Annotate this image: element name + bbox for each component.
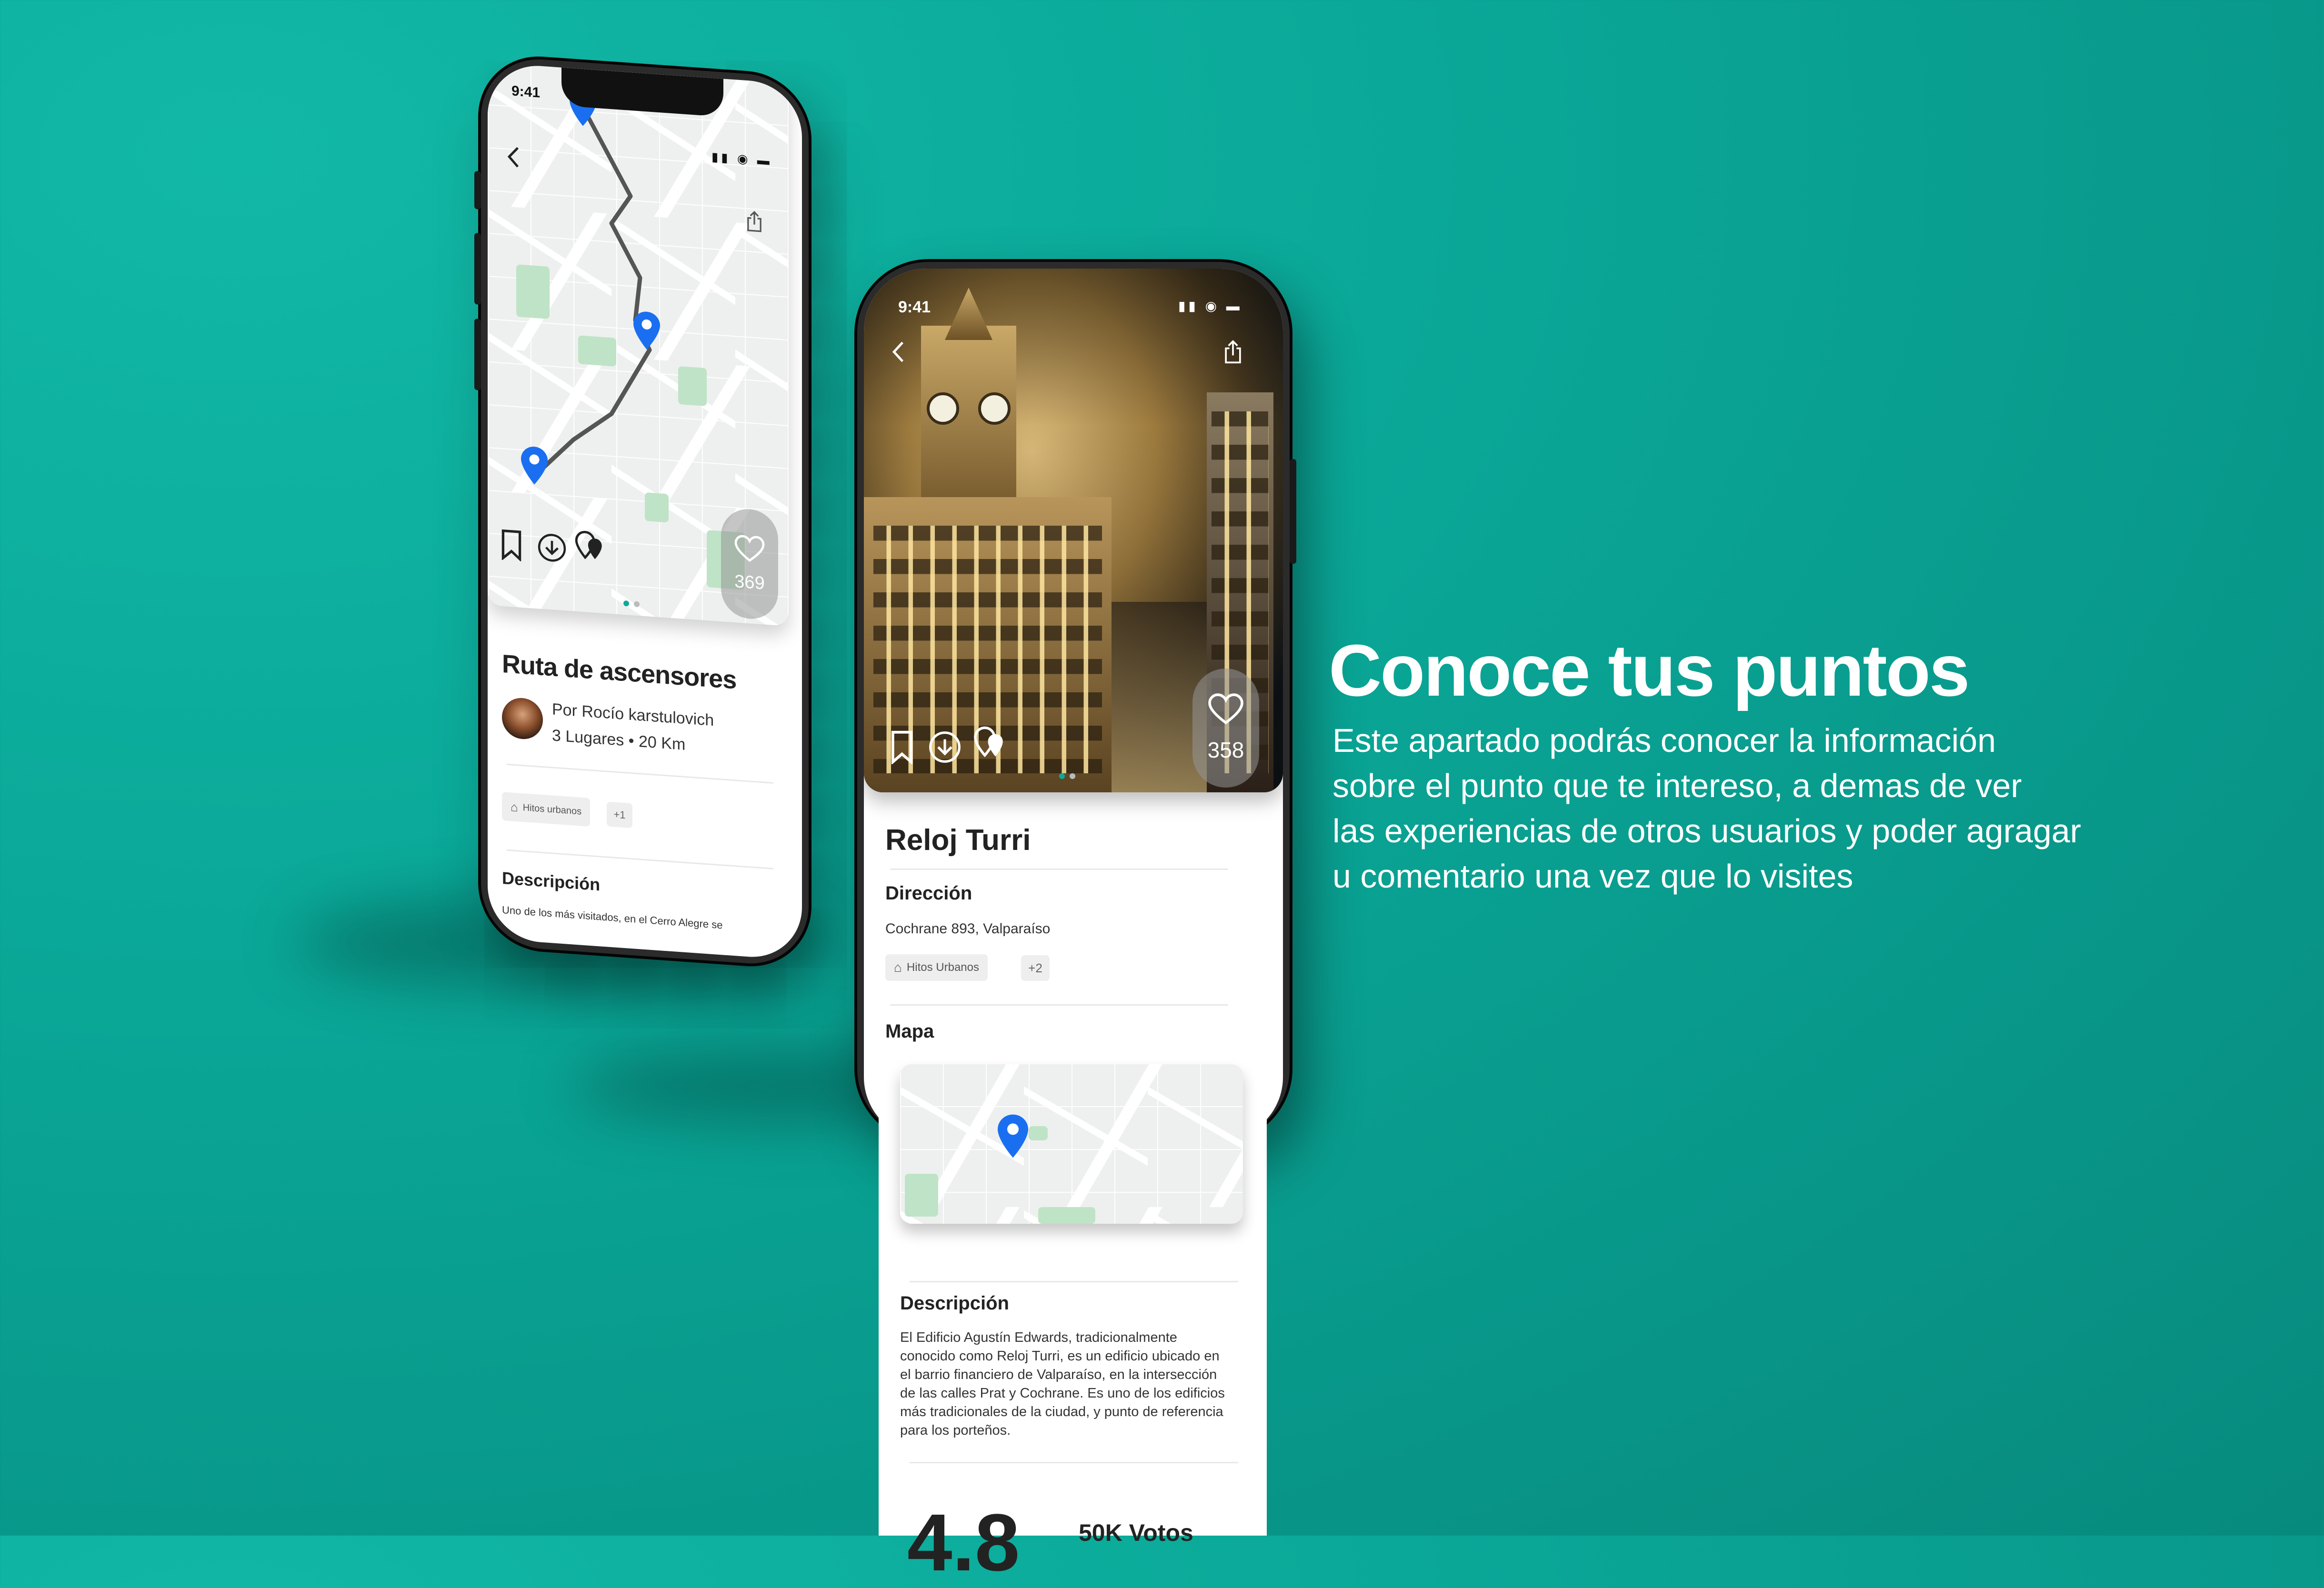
- chevron-left-icon[interactable]: [497, 139, 531, 175]
- carousel-dots[interactable]: [1059, 773, 1075, 779]
- description-line: conocido como Reloj Turri, es un edifici…: [900, 1348, 1220, 1364]
- body-line: Este apartado podrás conocer la informac…: [1332, 722, 1996, 759]
- download-icon[interactable]: [926, 728, 964, 766]
- description-preview: Uno de los más visitados, en el Cerro Al…: [502, 904, 723, 931]
- divider: [507, 849, 773, 869]
- chevron-left-icon[interactable]: [882, 335, 915, 369]
- category-tag[interactable]: ⌂ Hitos Urbanos: [885, 954, 988, 981]
- address-value[interactable]: Cochrane 893, Valparaíso: [885, 921, 1050, 937]
- status-time: 9:41: [898, 298, 931, 316]
- map-pins-icon[interactable]: [571, 528, 609, 569]
- map-pin-icon[interactable]: [998, 1114, 1028, 1158]
- divider: [910, 1281, 1238, 1282]
- category-tag-label: Hitos urbanos: [522, 802, 582, 817]
- carousel-dots[interactable]: [623, 600, 640, 608]
- tower-roof: [945, 288, 992, 340]
- carousel-dot[interactable]: [623, 600, 629, 607]
- map-pin-icon[interactable]: [521, 446, 548, 486]
- building-icon: ⌂: [511, 799, 518, 814]
- like-count: 358: [1207, 738, 1244, 762]
- bookmark-icon[interactable]: [497, 525, 526, 565]
- phone1-screen: 9:41 ▮▮ ◉ ▬ 369 Ruta de ascensores Por R…: [488, 62, 802, 961]
- description-label: Descripción: [900, 1293, 1009, 1314]
- status-icons: ▮▮ ◉ ▬: [1178, 299, 1242, 313]
- heart-icon: [1208, 693, 1243, 725]
- phone1-volume-up-button: [474, 232, 481, 305]
- description-line: para los porteños.: [900, 1423, 1011, 1438]
- body-line: las experiencias de otros usuarios y pod…: [1332, 812, 2081, 849]
- phone2-screen: 9:41 ▮▮ ◉ ▬ 358 Reloj Turri Dirección Co…: [864, 269, 1283, 1140]
- point-title: Reloj Turri: [885, 824, 1031, 857]
- carousel-dot[interactable]: [1070, 773, 1075, 779]
- share-icon[interactable]: [1216, 335, 1250, 369]
- download-icon[interactable]: [535, 530, 569, 566]
- clock-face: [927, 392, 959, 425]
- category-more[interactable]: +1: [607, 801, 632, 829]
- phone2-power-button: [1290, 459, 1296, 564]
- rating-value: 4.8: [907, 1498, 1020, 1588]
- map-label: Mapa: [885, 1021, 934, 1042]
- carousel-dot[interactable]: [1059, 773, 1065, 779]
- clock-tower: [921, 326, 1016, 526]
- category-tag-label: Hitos Urbanos: [906, 961, 979, 974]
- building-icon: ⌂: [894, 960, 902, 975]
- phone1-volume-down-button: [474, 318, 481, 390]
- divider: [910, 1462, 1238, 1463]
- route-title: Ruta de ascensores: [502, 649, 737, 695]
- divider: [890, 869, 1228, 870]
- description-line: El Edificio Agustín Edwards, tradicional…: [900, 1330, 1177, 1345]
- phone-route: 9:41 ▮▮ ◉ ▬ 369 Ruta de ascensores Por R…: [474, 55, 809, 968]
- like-count: 369: [734, 571, 765, 594]
- category-more[interactable]: +2: [1021, 955, 1050, 981]
- point-mini-map[interactable]: [900, 1064, 1243, 1224]
- section-description: Descripción: [502, 868, 601, 895]
- body-line: sobre el punto que te intereso, a demas …: [1332, 767, 2022, 804]
- address-label: Dirección: [885, 883, 972, 904]
- divider: [890, 1004, 1228, 1006]
- body-line: u comentario una vez que lo visites: [1332, 858, 1853, 895]
- phone-point-detail: 9:41 ▮▮ ◉ ▬ 358 Reloj Turri Dirección Co…: [857, 262, 1296, 1140]
- description-text: El Edificio Agustín Edwards, tradicional…: [900, 1328, 1225, 1440]
- description-line: el barrio financiero de Valparaíso, en l…: [900, 1367, 1217, 1382]
- share-icon[interactable]: [740, 204, 769, 239]
- description-line: de las calles Prat y Cochrane. Es uno de…: [900, 1386, 1225, 1401]
- headline: Conoce tus puntos: [1329, 629, 1970, 711]
- point-detail-continuation: Descripción El Edificio Agustín Edwards,…: [879, 1048, 1267, 1583]
- like-button[interactable]: 369: [721, 507, 778, 621]
- clock-face: [978, 392, 1011, 425]
- carousel-dot[interactable]: [634, 601, 640, 608]
- map-park: [1038, 1207, 1095, 1224]
- votes-count: 50K Votos: [1079, 1519, 1193, 1546]
- phone1-mute-button: [474, 170, 481, 210]
- status-time: 9:41: [511, 83, 541, 101]
- bookmark-icon[interactable]: [888, 726, 916, 769]
- map-park: [905, 1174, 938, 1217]
- category-tag[interactable]: ⌂ Hitos urbanos: [502, 792, 591, 827]
- map-pins-icon[interactable]: [969, 723, 1012, 766]
- like-button[interactable]: 358: [1192, 669, 1259, 788]
- divider: [507, 763, 773, 784]
- map-park: [1029, 1126, 1048, 1140]
- map-pin-icon[interactable]: [633, 310, 660, 350]
- route-author[interactable]: Por Rocío karstulovich: [552, 700, 714, 730]
- description-line: más tradicionales de la ciudad, y punto …: [900, 1404, 1223, 1419]
- route-meta: 3 Lugares • 20 Km: [552, 726, 686, 754]
- heart-icon: [734, 535, 765, 562]
- avatar[interactable]: [502, 697, 543, 741]
